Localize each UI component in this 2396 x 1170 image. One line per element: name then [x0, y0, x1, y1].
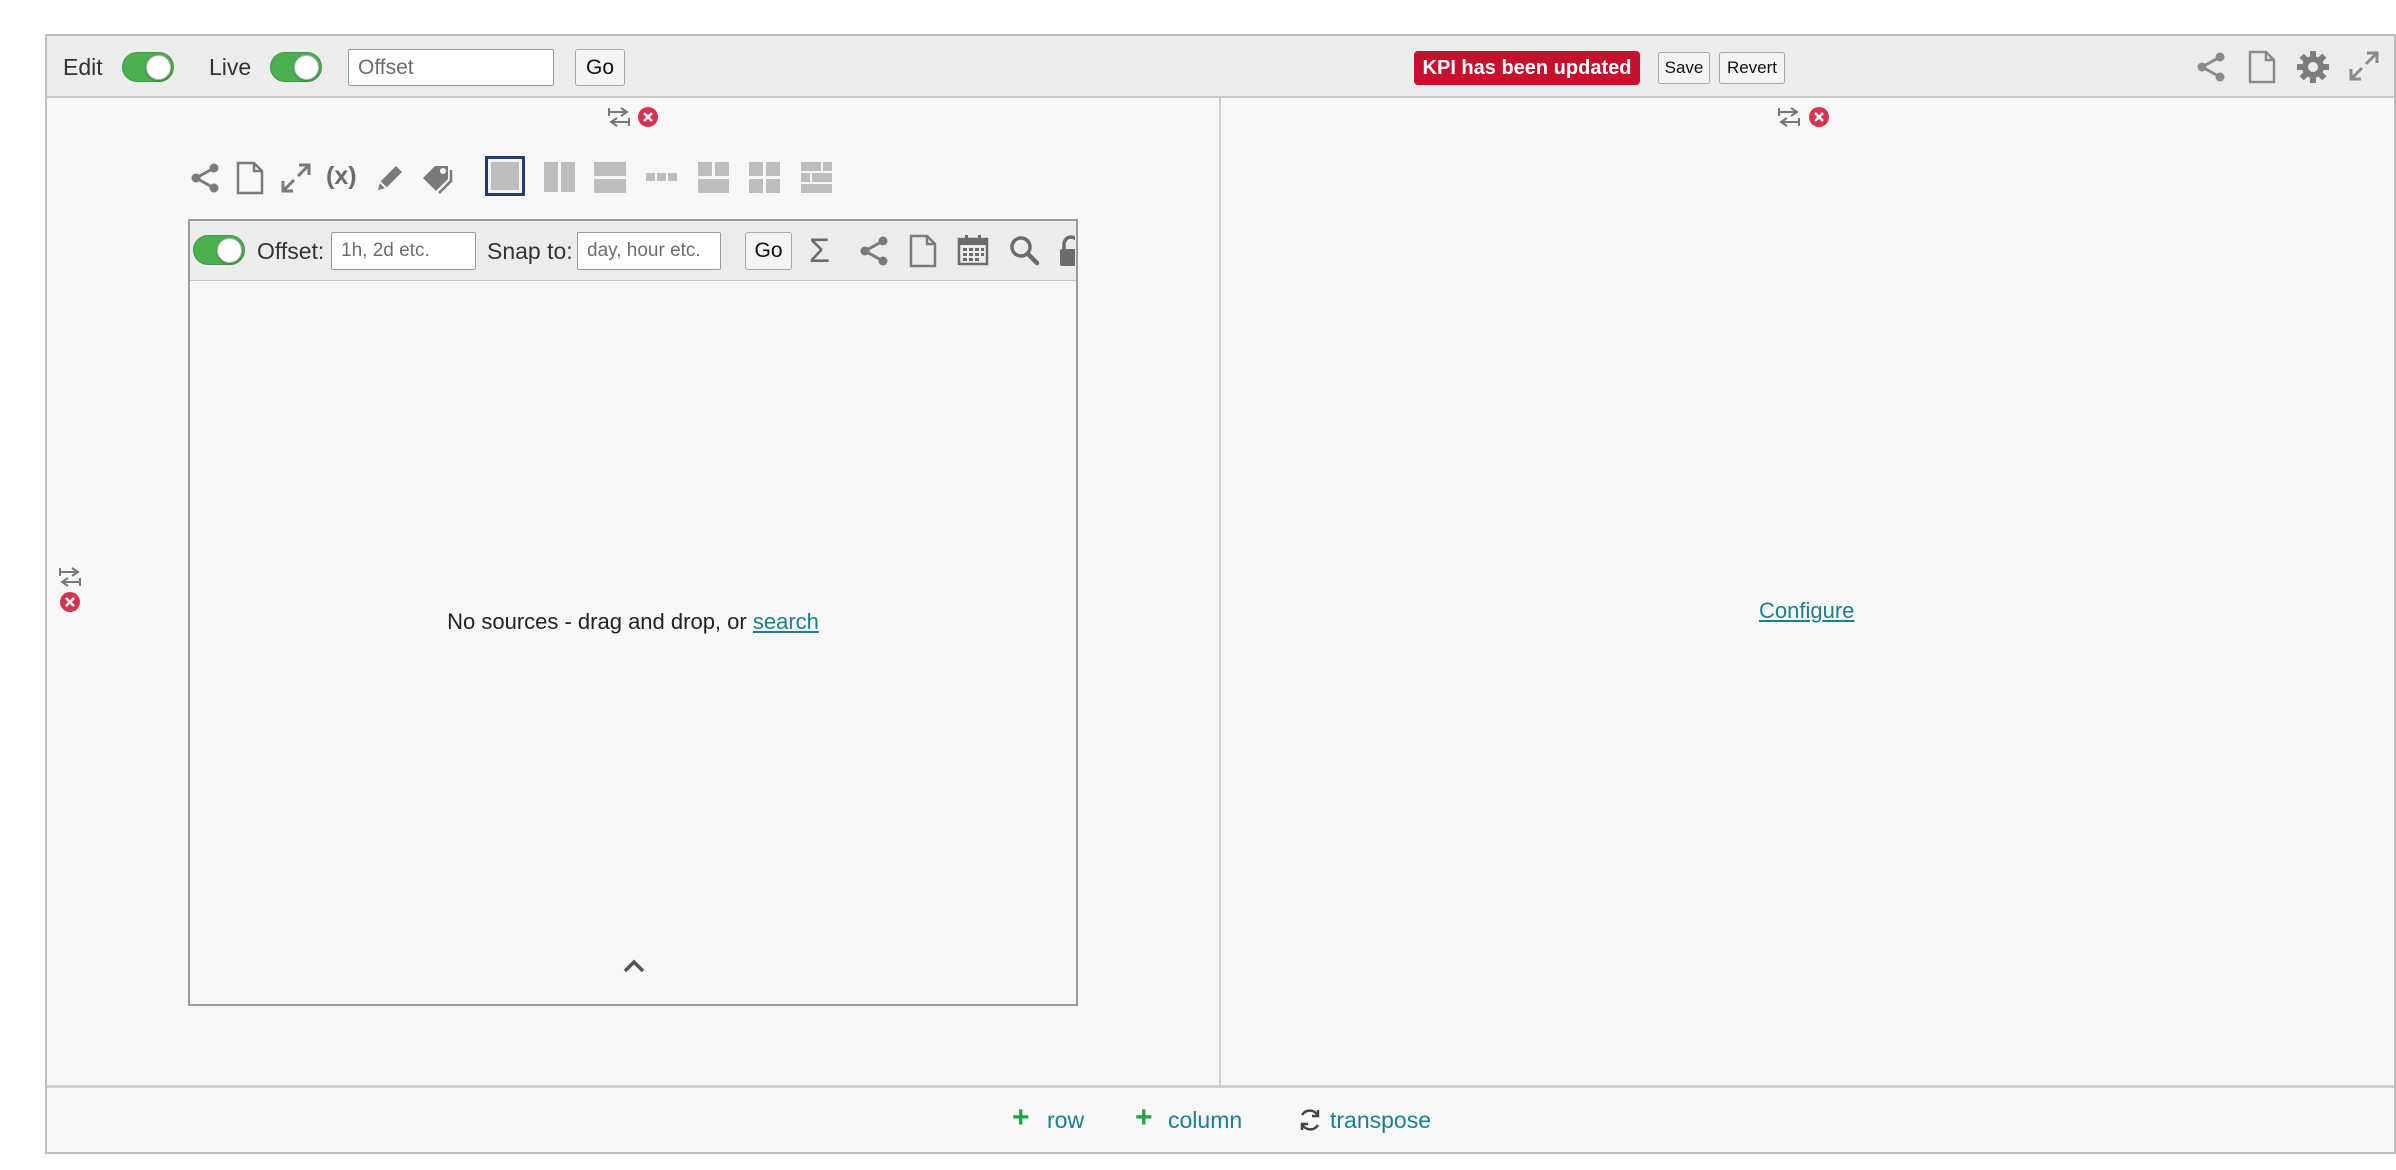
plus-icon: +	[1135, 1101, 1153, 1134]
search-link[interactable]: search	[753, 609, 819, 634]
snap-to-label: Snap to:	[487, 238, 573, 264]
empty-sources-text: No sources - drag and drop, or	[447, 609, 747, 634]
revert-button[interactable]: Revert	[1719, 52, 1785, 84]
offset-input[interactable]	[348, 49, 554, 86]
transpose-label: transpose	[1330, 1107, 1432, 1133]
top-toolbar: Edit Live Go KPI has been updated Save R…	[47, 36, 2394, 98]
chevron-up-icon[interactable]	[622, 958, 646, 974]
layout-single-option[interactable]	[485, 156, 525, 196]
refresh-icon	[1297, 1107, 1323, 1133]
plus-icon: +	[1012, 1101, 1030, 1134]
dashboard-frame: Edit Live Go KPI has been updated Save R…	[45, 34, 2396, 1154]
layout-row-of-cells-option[interactable]	[641, 156, 681, 196]
close-icon[interactable]	[1808, 106, 1830, 128]
live-label: Live	[209, 54, 252, 80]
widget-toolbar: Offset: Snap to: Go Σ	[190, 221, 1076, 281]
search-icon[interactable]	[1008, 234, 1040, 266]
share-icon[interactable]	[2195, 51, 2227, 83]
close-icon[interactable]	[59, 591, 81, 613]
share-icon[interactable]	[858, 235, 890, 267]
document-icon[interactable]	[2248, 50, 2276, 84]
widget-live-toggle[interactable]	[193, 235, 245, 265]
expand-icon[interactable]	[280, 162, 312, 194]
document-icon[interactable]	[236, 161, 264, 195]
live-toggle[interactable]	[270, 52, 322, 82]
pencil-icon[interactable]	[374, 162, 406, 194]
footer-divider	[47, 1085, 2394, 1088]
swap-icon[interactable]	[57, 566, 83, 588]
edit-label: Edit	[63, 54, 103, 80]
offset-label: Offset:	[257, 238, 325, 264]
widget-go-button[interactable]: Go	[745, 232, 792, 270]
configure-link[interactable]: Configure	[1759, 598, 1854, 624]
layout-two-by-two-option[interactable]	[693, 156, 733, 196]
add-column-label: column	[1168, 1107, 1243, 1133]
layout-two-columns-option[interactable]	[539, 156, 579, 196]
calendar-icon[interactable]	[957, 234, 989, 266]
add-row-label: row	[1047, 1107, 1085, 1133]
lock-icon[interactable]	[1057, 234, 1075, 268]
layout-mixed-option[interactable]	[796, 156, 836, 196]
go-button[interactable]: Go	[575, 49, 625, 86]
layout-four-grid-option[interactable]	[744, 156, 784, 196]
panel-divider[interactable]	[1219, 98, 1221, 1087]
swap-icon[interactable]	[606, 106, 632, 128]
expand-icon[interactable]	[2348, 50, 2380, 82]
tag-icon[interactable]	[420, 162, 454, 194]
share-icon[interactable]	[189, 162, 221, 194]
close-icon[interactable]	[637, 106, 659, 128]
variable-icon[interactable]: (x)	[326, 162, 357, 191]
swap-icon[interactable]	[1776, 106, 1802, 128]
widget-panel: Offset: Snap to: Go Σ No sources -	[188, 219, 1078, 1006]
kpi-updated-badge: KPI has been updated	[1414, 51, 1640, 85]
snap-to-input[interactable]	[577, 232, 721, 270]
document-icon[interactable]	[909, 234, 937, 268]
layout-two-rows-option[interactable]	[589, 156, 629, 196]
empty-sources-message: No sources - drag and drop, or search	[190, 609, 1076, 635]
save-button[interactable]: Save	[1658, 52, 1710, 84]
edit-toggle[interactable]	[122, 52, 174, 82]
widget-offset-input[interactable]	[331, 232, 476, 270]
sigma-icon[interactable]: Σ	[809, 233, 830, 269]
gear-icon[interactable]	[2296, 50, 2330, 84]
